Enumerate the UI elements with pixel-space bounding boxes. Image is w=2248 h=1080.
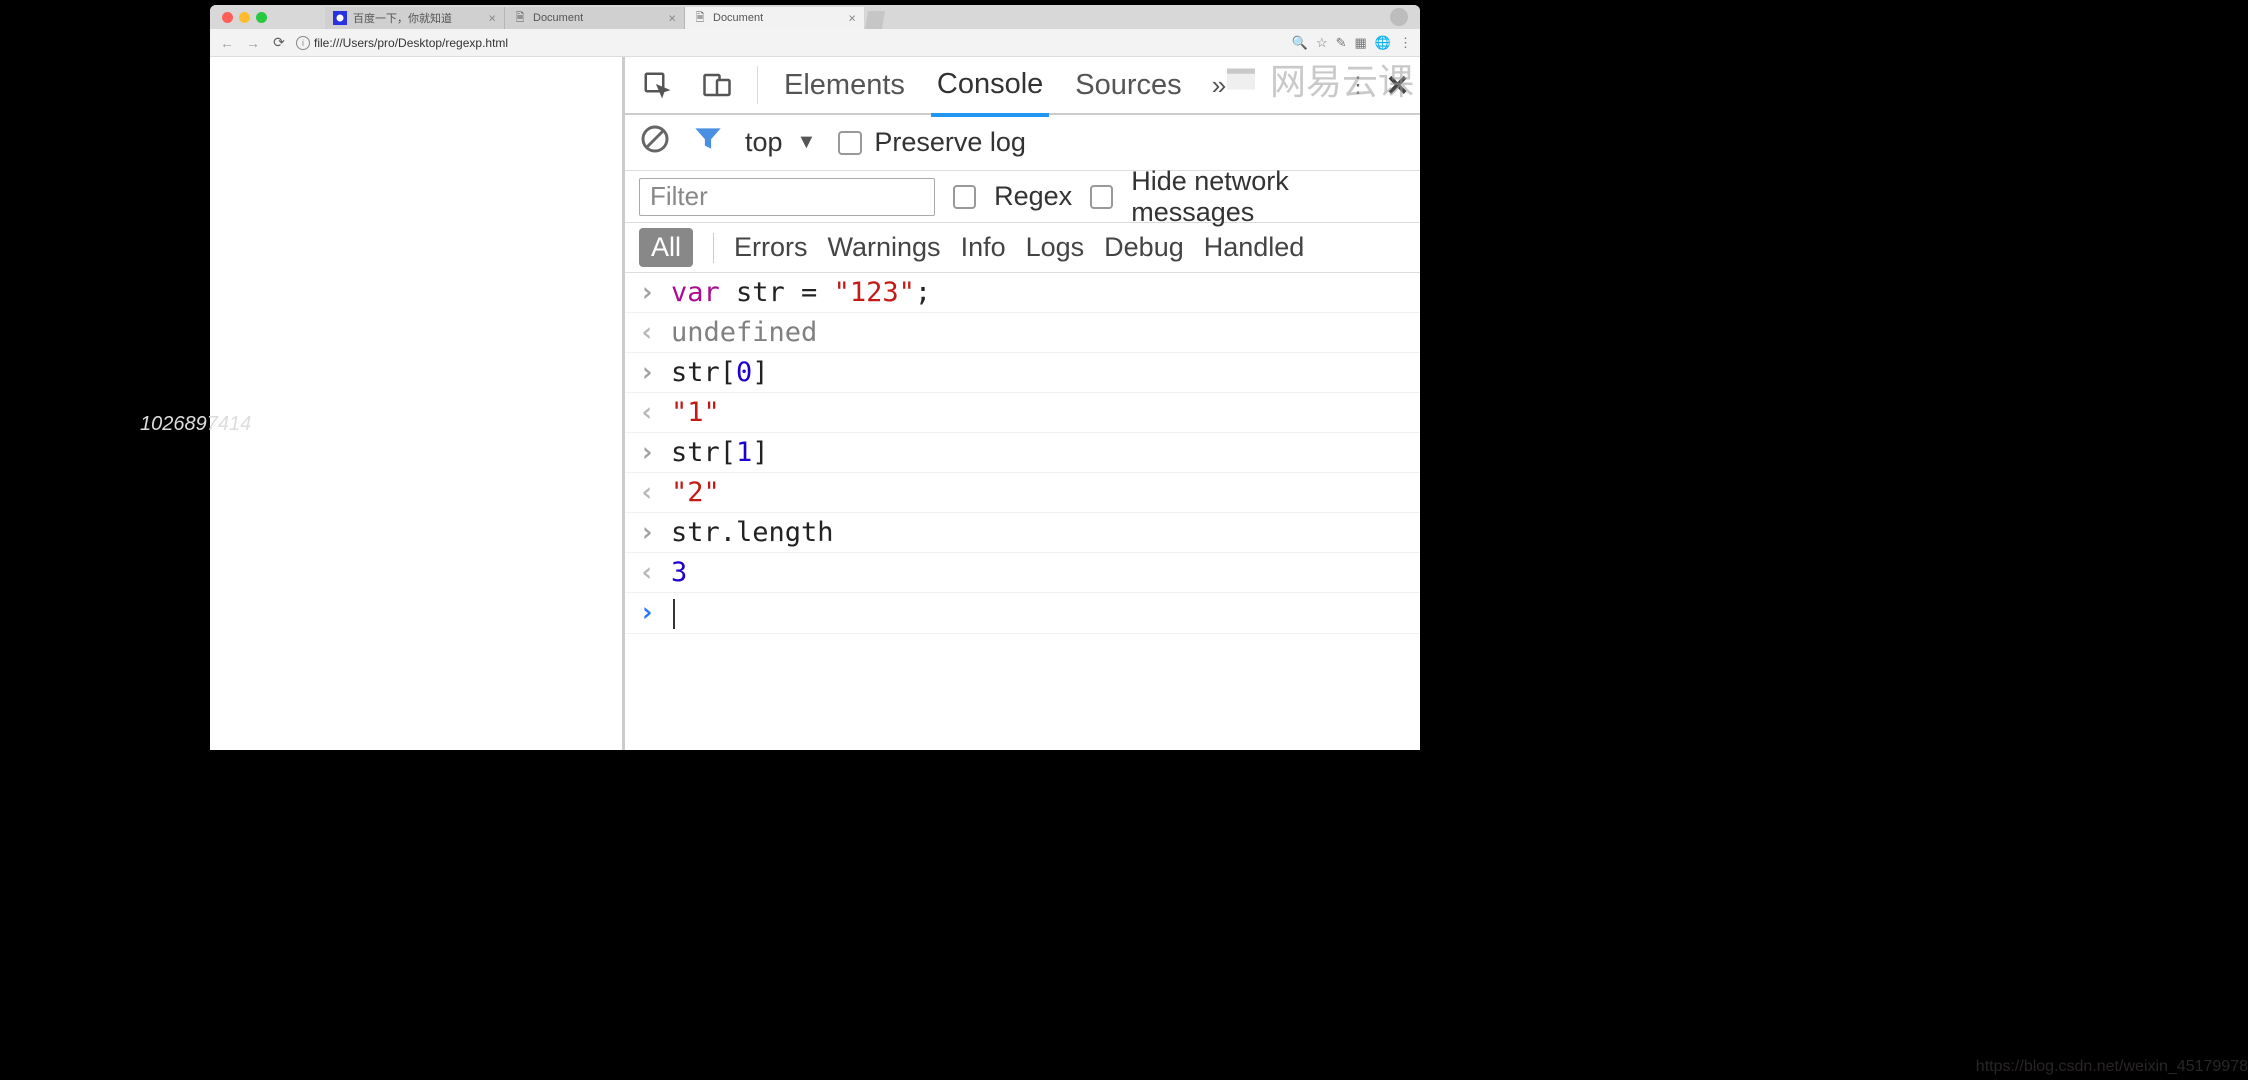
extension-icon[interactable]: ✎ <box>1336 35 1347 51</box>
clear-console-icon[interactable] <box>639 123 671 162</box>
close-tab-icon[interactable]: × <box>848 11 856 26</box>
omnibox[interactable]: i file:///Users/pro/Desktop/regexp.html <box>296 36 1284 50</box>
context-label: top <box>745 127 783 158</box>
preserve-log-checkbox[interactable] <box>838 131 862 155</box>
inspect-element-icon[interactable] <box>637 65 677 105</box>
console-code: str[0] <box>671 357 769 388</box>
prompt-in-icon <box>637 517 657 548</box>
context-selector[interactable]: top ▼ <box>745 127 816 158</box>
filter-input[interactable] <box>639 178 935 216</box>
titlebar: 百度一下，你就知道 × 🗎 Document × 🗎 Document × <box>210 5 1420 29</box>
level-all[interactable]: All <box>639 228 693 267</box>
console-input[interactable] <box>671 597 675 629</box>
devtools-tab-sources[interactable]: Sources <box>1069 57 1187 114</box>
console-input-row: str[0] <box>625 353 1420 393</box>
prompt-out-icon <box>637 477 657 508</box>
console-code: undefined <box>671 317 817 348</box>
browser-tab[interactable]: 🗎 Document × <box>505 7 685 29</box>
file-icon: 🗎 <box>513 11 527 25</box>
console-output[interactable]: var str = "123"; undefined str[0] "1" str[1]… <box>625 273 1420 750</box>
devtools-tab-elements[interactable]: Elements <box>778 57 911 114</box>
url-text: file:///Users/pro/Desktop/regexp.html <box>314 36 508 50</box>
site-info-icon[interactable]: i <box>296 36 310 50</box>
watermark-footer: https://blog.csdn.net/weixin_45179978 <box>1976 1058 2248 1076</box>
level-errors[interactable]: Errors <box>734 232 808 263</box>
close-tab-icon[interactable]: × <box>488 11 496 26</box>
close-tab-icon[interactable]: × <box>668 11 676 26</box>
console-output-row: "1" <box>625 393 1420 433</box>
forward-button[interactable]: → <box>244 35 262 51</box>
preserve-log-label: Preserve log <box>874 127 1026 158</box>
extension-icon[interactable]: ▦ <box>1355 35 1367 51</box>
prompt-in-icon <box>637 357 657 388</box>
console-levelbar: All Errors Warnings Info Logs Debug Hand… <box>625 223 1420 273</box>
tab-title: Document <box>713 12 763 24</box>
console-code: "2" <box>671 477 720 508</box>
zoom-icon[interactable]: 🔍 <box>1292 35 1308 51</box>
level-handled[interactable]: Handled <box>1204 232 1305 263</box>
console-filterbar: Regex Hide network messages <box>625 171 1420 223</box>
extension-icon[interactable]: 🌐 <box>1375 35 1391 51</box>
browser-tab[interactable]: 🗎 Document × <box>685 7 865 29</box>
console-input-row: str.length <box>625 513 1420 553</box>
extension-icons: 🔍 ☆ ✎ ▦ 🌐 ⋮ <box>1292 35 1412 51</box>
device-toolbar-icon[interactable] <box>697 65 737 105</box>
filter-funnel-icon[interactable] <box>693 124 723 161</box>
console-output-row: undefined <box>625 313 1420 353</box>
address-bar: ← → ⟳ i file:///Users/pro/Desktop/regexp… <box>210 29 1420 57</box>
level-debug[interactable]: Debug <box>1104 232 1184 263</box>
level-warnings[interactable]: Warnings <box>828 232 941 263</box>
tab-strip: 百度一下，你就知道 × 🗎 Document × 🗎 Document × <box>325 5 885 29</box>
back-button[interactable]: ← <box>218 35 236 51</box>
content-area: 1026897414 Elements Console Sources » ⋮ … <box>210 57 1420 750</box>
devtools-menu-icon[interactable]: ⋮ <box>1347 81 1369 89</box>
menu-icon[interactable]: ⋮ <box>1399 35 1412 51</box>
console-input-row: var str = "123"; <box>625 273 1420 313</box>
prompt-out-icon <box>637 317 657 348</box>
favicon-baidu-icon <box>333 11 347 25</box>
console-output-row: "2" <box>625 473 1420 513</box>
devtools-panel: Elements Console Sources » ⋮ × top ▼ <box>625 57 1420 750</box>
profile-avatar[interactable] <box>1390 8 1408 26</box>
level-info[interactable]: Info <box>961 232 1006 263</box>
console-active-prompt[interactable] <box>625 593 1420 634</box>
reload-button[interactable]: ⟳ <box>270 34 288 51</box>
console-toolbar: top ▼ Preserve log <box>625 115 1420 171</box>
browser-tab[interactable]: 百度一下，你就知道 × <box>325 7 505 29</box>
regex-label: Regex <box>994 181 1072 212</box>
prompt-in-icon <box>637 597 657 628</box>
prompt-in-icon <box>637 277 657 308</box>
prompt-out-icon <box>637 557 657 588</box>
devtools-tabbar: Elements Console Sources » ⋮ × <box>625 57 1420 115</box>
hide-network-checkbox[interactable] <box>1090 185 1113 209</box>
dropdown-caret-icon: ▼ <box>797 131 817 154</box>
page-viewport: 1026897414 <box>210 57 625 750</box>
prompt-in-icon <box>637 437 657 468</box>
console-code: str.length <box>671 517 834 548</box>
console-code: str[1] <box>671 437 769 468</box>
bookmark-icon[interactable]: ☆ <box>1316 35 1328 51</box>
console-output-row: 3 <box>625 553 1420 593</box>
devtools-close-icon[interactable]: × <box>1387 64 1408 106</box>
console-input-row: str[1] <box>625 433 1420 473</box>
devtools-tab-console[interactable]: Console <box>931 56 1049 117</box>
more-tabs-icon[interactable]: » <box>1212 70 1226 101</box>
new-tab-button[interactable] <box>865 11 885 29</box>
maximize-window-button[interactable] <box>256 12 267 23</box>
hide-network-label: Hide network messages <box>1131 166 1406 228</box>
tab-title: 百度一下，你就知道 <box>353 10 452 26</box>
console-code: var str = "123"; <box>671 277 931 308</box>
file-icon: 🗎 <box>693 11 707 25</box>
prompt-out-icon <box>637 397 657 428</box>
console-code: "1" <box>671 397 720 428</box>
console-code: 3 <box>671 557 687 588</box>
regex-checkbox[interactable] <box>953 185 976 209</box>
tab-title: Document <box>533 12 583 24</box>
minimize-window-button[interactable] <box>239 12 250 23</box>
level-logs[interactable]: Logs <box>1026 232 1085 263</box>
browser-window: 百度一下，你就知道 × 🗎 Document × 🗎 Document × ← … <box>210 5 1420 750</box>
close-window-button[interactable] <box>222 12 233 23</box>
window-controls <box>218 12 267 23</box>
watermark-text: 1026897414 <box>140 413 251 436</box>
